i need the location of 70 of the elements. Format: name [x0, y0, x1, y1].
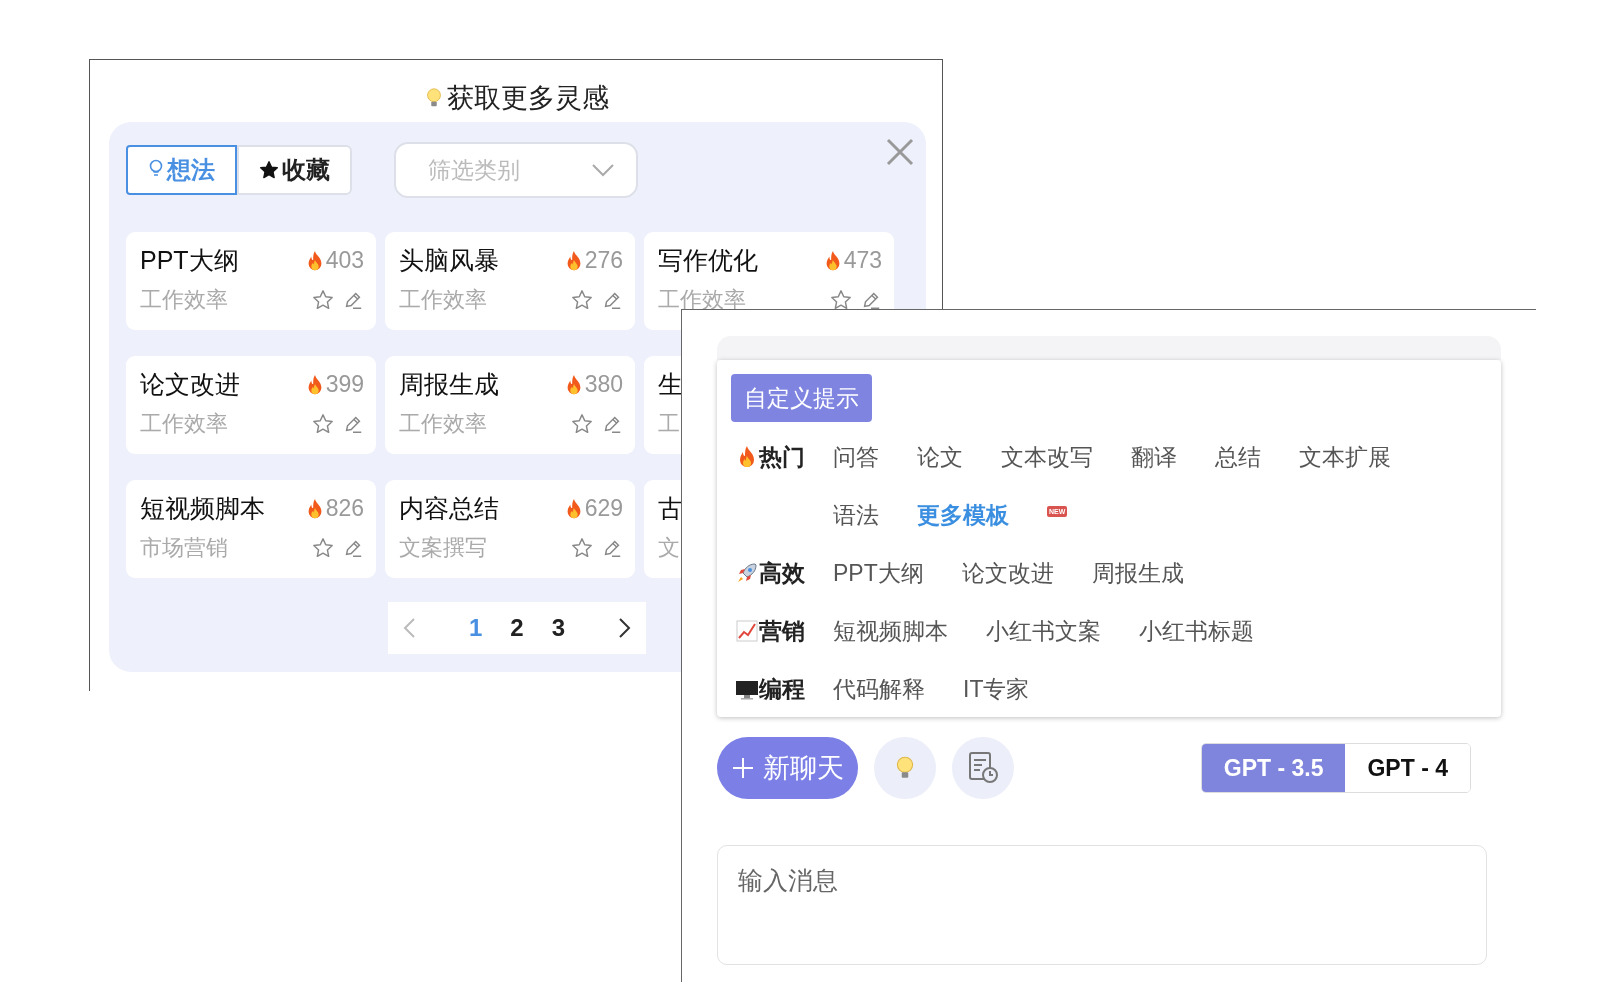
usage-count: 826: [325, 495, 364, 522]
chevron-down-icon: [592, 163, 614, 177]
star-icon[interactable]: [312, 537, 334, 559]
message-input[interactable]: 输入消息: [717, 845, 1487, 965]
usage-count: 399: [325, 371, 364, 398]
card-category: 工作效率: [399, 286, 487, 314]
card-category: 文: [658, 534, 680, 562]
prompt-card[interactable]: 周报生成 380 工作效率: [385, 356, 635, 454]
line-chart-icon: [735, 619, 759, 643]
template-item[interactable]: 翻译: [1131, 428, 1177, 486]
card-category: 工作效率: [658, 286, 746, 314]
template-item[interactable]: 周报生成: [1091, 544, 1184, 602]
card-category: 文案撰写: [399, 534, 487, 562]
chevron-left-icon[interactable]: [402, 617, 416, 639]
template-item[interactable]: 小红书文案: [986, 602, 1101, 660]
usage-count: 380: [584, 371, 623, 398]
template-item[interactable]: 短视频脚本: [833, 602, 948, 660]
card-title: 内容总结: [399, 493, 499, 524]
usage-count: 473: [843, 247, 882, 274]
template-item[interactable]: 文本扩展: [1299, 428, 1391, 486]
window-title: 获取更多灵感: [447, 82, 609, 115]
prompt-card[interactable]: 头脑风暴 276 工作效率: [385, 232, 635, 330]
card-category: 工作效率: [399, 410, 487, 438]
plus-icon: [731, 756, 755, 780]
card-title: 周报生成: [399, 369, 499, 400]
card-title: 古: [658, 493, 683, 524]
page-button[interactable]: 3: [549, 614, 568, 642]
category-label: 营销: [759, 616, 805, 646]
category-label: 热门: [759, 442, 805, 472]
close-icon[interactable]: [886, 138, 914, 166]
template-item[interactable]: 总结: [1215, 428, 1261, 486]
card-title: 短视频脚本: [140, 493, 265, 524]
category-label: 高效: [759, 558, 805, 588]
card-category: 工作效率: [140, 410, 228, 438]
card-title: 头脑风暴: [399, 245, 499, 276]
prompt-card[interactable]: 内容总结 629 文案撰写: [385, 480, 635, 578]
usage-count: 403: [325, 247, 364, 274]
star-icon[interactable]: [571, 537, 593, 559]
page-button[interactable]: 2: [508, 614, 526, 642]
card-category: 工: [658, 410, 680, 438]
usage-count: 629: [584, 495, 623, 522]
template-item[interactable]: 代码解释: [833, 660, 925, 718]
card-title: 写作优化: [658, 245, 758, 276]
star-icon[interactable]: [830, 289, 852, 311]
template-item[interactable]: PPT大纲: [833, 544, 924, 602]
template-item[interactable]: 小红书标题: [1139, 602, 1254, 660]
category-label: 编程: [759, 674, 805, 704]
chevron-right-icon[interactable]: [618, 617, 632, 639]
card-category: 工作效率: [140, 286, 228, 314]
rocket-icon: [735, 561, 759, 585]
card-title: 生: [658, 369, 683, 400]
card-title: PPT大纲: [140, 245, 239, 276]
prompt-card[interactable]: 短视频脚本 826 市场营销: [126, 480, 376, 578]
prompt-card[interactable]: 论文改进 399 工作效率: [126, 356, 376, 454]
template-item[interactable]: 文本改写: [1001, 428, 1093, 486]
star-icon[interactable]: [571, 289, 593, 311]
template-item[interactable]: IT专家: [963, 660, 1030, 718]
tab[interactable]: 收藏: [237, 145, 352, 195]
usage-count: 276: [584, 247, 623, 274]
star-icon[interactable]: [571, 413, 593, 435]
card-category: 市场营销: [140, 534, 228, 562]
star-icon: [259, 160, 279, 180]
template-item[interactable]: 问答: [833, 428, 879, 486]
prompt-card[interactable]: PPT大纲 403 工作效率: [126, 232, 376, 330]
card-title: 论文改进: [140, 369, 240, 400]
template-item[interactable]: 论文: [917, 428, 963, 486]
star-icon[interactable]: [312, 289, 334, 311]
template-item[interactable]: 语法: [833, 486, 879, 544]
star-icon[interactable]: [312, 413, 334, 435]
template-item[interactable]: 论文改进: [961, 544, 1054, 602]
